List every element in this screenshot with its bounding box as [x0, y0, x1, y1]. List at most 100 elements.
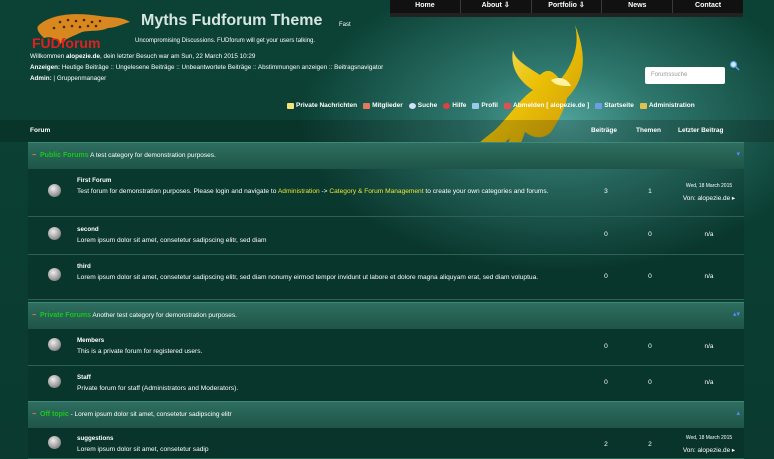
magnifier-icon: [408, 102, 416, 109]
desc-text: to create your own categories and forums…: [423, 188, 549, 195]
caret-up-icon[interactable]: ▴: [736, 409, 740, 417]
nav-about-link[interactable]: About ⇩: [461, 0, 532, 13]
menu-home[interactable]: Startseite: [595, 102, 634, 109]
forum-row: third Lorem ipsum dolor sit amet, conset…: [28, 255, 744, 300]
forum-name[interactable]: third: [77, 263, 91, 270]
fast-label: Fast: [339, 22, 351, 28]
fudforum-logo[interactable]: FUDforum: [30, 8, 135, 50]
post-count: 0: [604, 343, 608, 350]
forum-status-icon: [48, 375, 61, 388]
search-icon[interactable]: [729, 60, 740, 71]
administration-link[interactable]: Administration: [278, 188, 320, 195]
show-links-list[interactable]: Heutige Beiträge :: Ungelesene Beiträge …: [62, 64, 383, 71]
forum-name[interactable]: Staff: [77, 374, 91, 381]
category-forum-management-link[interactable]: Category & Forum Management: [329, 188, 423, 195]
admin-icon: [639, 102, 647, 109]
category-description: - Lorem ipsum dolor sit amet, consetetur…: [68, 411, 232, 418]
category-description: Another test category for demonstration …: [90, 312, 237, 319]
envelope-icon: [287, 102, 294, 109]
forum-status-icon: [48, 227, 61, 240]
admin-label: Admin:: [30, 75, 52, 82]
category-title[interactable]: Off topic: [40, 411, 69, 418]
menu-label: Administration: [648, 102, 695, 109]
topic-count: 0: [648, 343, 652, 350]
help-icon: [443, 102, 451, 109]
forum-description: Private forum for staff (Administrators …: [77, 385, 239, 392]
home-icon: [595, 102, 603, 109]
last-post: Wed, 18 March 2015 Von: alopezie.de ▸: [674, 183, 744, 202]
menu-label: Startseite: [604, 102, 634, 109]
nav-news-link[interactable]: News: [602, 0, 674, 13]
caret-down-icon[interactable]: ▾: [736, 150, 740, 158]
forum-row: Staff Private forum for staff (Administr…: [28, 366, 744, 402]
forum-name[interactable]: second: [77, 226, 99, 233]
menu-label: Hilfe: [452, 102, 467, 109]
svg-text:FUDforum: FUDforum: [32, 35, 100, 50]
forum-row: First Forum Test forum for demonstration…: [28, 169, 744, 217]
logout-icon: [504, 102, 511, 109]
menu-search[interactable]: Suche: [408, 102, 438, 109]
category-description: A test category for demonstration purpos…: [88, 152, 216, 159]
members-icon: [363, 102, 371, 109]
welcome-line: Willkommen alopezie.de, dein letzter Bes…: [30, 53, 255, 60]
category-title[interactable]: Private Forums: [40, 312, 91, 319]
menu-label: Profil: [481, 102, 498, 109]
category-title[interactable]: Public Forums: [40, 152, 89, 159]
menu-administration[interactable]: Administration: [639, 102, 695, 109]
forum-status-icon: [48, 184, 61, 197]
menu-logout[interactable]: Abmelden [ alopezie.de ]: [504, 102, 589, 109]
last-post-date[interactable]: Wed, 18 March 2015: [674, 435, 744, 441]
nav-portfolio-link[interactable]: Portfolio ⇩: [532, 0, 603, 13]
category-off-topic[interactable]: − Off topic - Lorem ipsum dolor sit amet…: [28, 401, 744, 428]
last-post: n/a: [704, 231, 714, 238]
post-count: 0: [604, 379, 608, 386]
post-count: 2: [604, 441, 608, 448]
admin-group-manager-link[interactable]: | Gruppenmanager: [52, 75, 106, 82]
welcome-username: alopezie.de: [66, 53, 100, 60]
forum-name[interactable]: Members: [77, 337, 104, 344]
show-links: Anzeigen: Heutige Beiträge :: Ungelesene…: [30, 64, 383, 71]
header-last-post: Letzter Beitrag: [678, 127, 724, 134]
collapse-icon[interactable]: −: [32, 152, 36, 159]
topic-count: 0: [648, 379, 652, 386]
last-post-author[interactable]: Von: alopezie.de ▸: [674, 194, 744, 202]
menu-label: Suche: [417, 102, 438, 109]
post-count: 3: [604, 188, 608, 195]
forum-name[interactable]: suggestions: [77, 435, 113, 442]
header-topics: Themen: [636, 127, 661, 134]
site-title: Myths Fudforum Theme: [141, 12, 323, 29]
menu-profile[interactable]: Profil: [472, 102, 498, 109]
forum-description: This is a private forum for registered u…: [77, 348, 203, 355]
nav-contact-link[interactable]: Contact: [673, 0, 743, 13]
menu-label: Abmelden [ alopezie.de ]: [513, 102, 590, 109]
menu-label: Private Nachrichten: [296, 102, 358, 109]
forum-search-input[interactable]: Forumssuche: [645, 67, 725, 84]
last-post-date[interactable]: Wed, 18 March 2015: [674, 183, 744, 189]
menu-help[interactable]: Hilfe: [443, 102, 466, 109]
collapse-icon[interactable]: −: [32, 312, 36, 319]
forum-status-icon: [48, 268, 61, 281]
forum-name[interactable]: First Forum: [77, 177, 111, 184]
desc-text: ->: [319, 188, 330, 195]
category-public-forums[interactable]: − Public Forums A test category for demo…: [28, 142, 744, 169]
caret-up-down-icon[interactable]: ▴▾: [733, 310, 740, 318]
last-post-author[interactable]: Von: alopezie.de ▸: [674, 446, 744, 454]
nav-home-link[interactable]: Home: [390, 0, 461, 13]
category-private-forums[interactable]: − Private Forums Another test category f…: [28, 302, 744, 329]
forum-description: Lorem ipsum dolor sit amet, consetetur s…: [77, 237, 267, 244]
desc-text: Test forum for demonstration purposes. P…: [77, 188, 278, 195]
user-menu: Private Nachrichten Mitglieder Suche Hil…: [287, 102, 695, 109]
menu-private-messages[interactable]: Private Nachrichten: [287, 102, 357, 109]
forum-status-icon: [48, 338, 61, 351]
post-count: 0: [604, 273, 608, 280]
topic-count: 2: [648, 441, 652, 448]
menu-members[interactable]: Mitglieder: [363, 102, 403, 109]
site-tagline: Uncompromising Discussions. FUDforum wil…: [135, 38, 316, 44]
header-forum: Forum: [30, 127, 51, 134]
admin-links: Admin: | Gruppenmanager: [30, 75, 106, 82]
menu-label: Mitglieder: [372, 102, 403, 109]
collapse-icon[interactable]: −: [32, 411, 36, 418]
welcome-prefix: Willkommen: [30, 53, 67, 60]
last-post: n/a: [704, 379, 714, 386]
forum-row: Members This is a private forum for regi…: [28, 329, 744, 366]
